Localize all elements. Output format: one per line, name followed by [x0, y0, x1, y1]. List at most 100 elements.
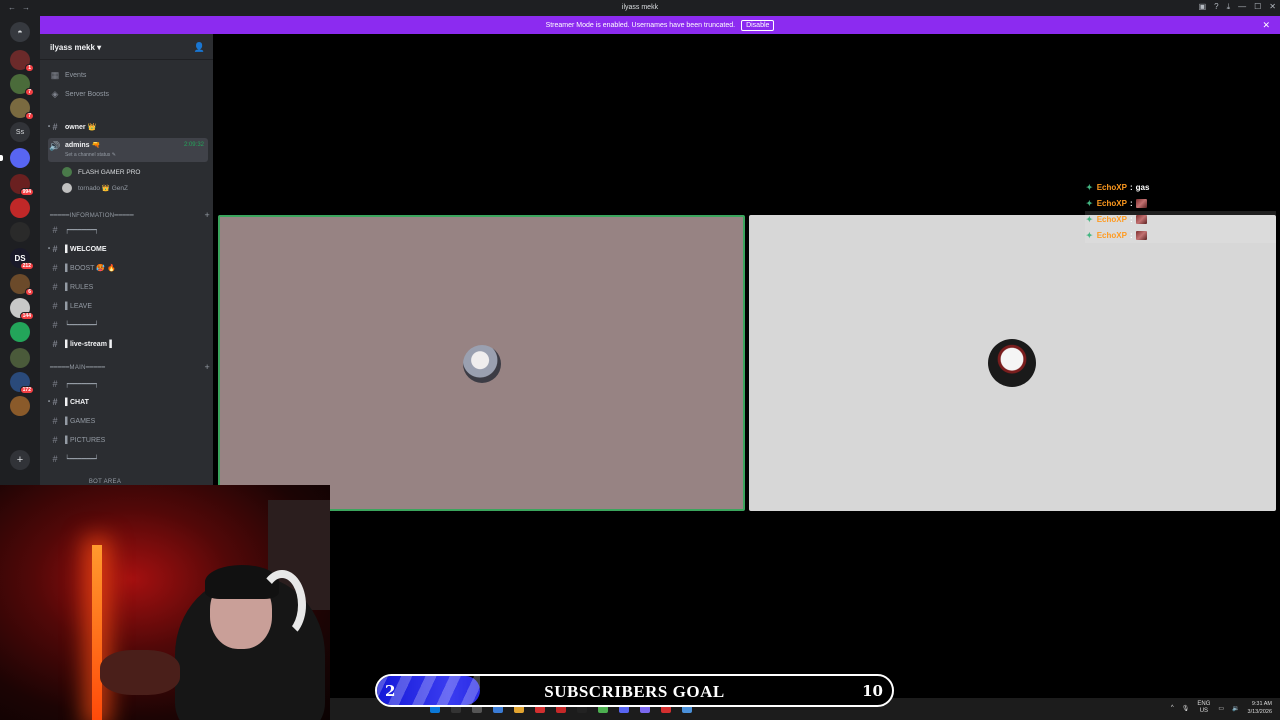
add-server-icon[interactable]: + — [10, 450, 30, 470]
voice-tile-speaking[interactable] — [218, 215, 745, 511]
voice-tile[interactable] — [749, 215, 1276, 511]
maximize-icon[interactable]: ☐ — [1254, 2, 1261, 12]
mention-badge: 6 — [25, 288, 34, 296]
server-icon[interactable]: 1 — [10, 50, 34, 72]
channel-boost[interactable]: # ▌BOOST 🥵 🔥 — [48, 260, 208, 276]
category-main[interactable]: ━━━━━MAIN━━━━━ + — [50, 362, 210, 372]
hash-icon: # — [52, 225, 58, 235]
server-boosts-label: Server Boosts — [65, 90, 109, 98]
server-icon[interactable] — [10, 396, 30, 416]
clock[interactable]: 9:31 AM 3/13/2026 — [1248, 700, 1272, 716]
clock-time: 9:31 AM — [1251, 701, 1272, 707]
mention-badge: 994 — [19, 188, 34, 196]
mention-badge: 172 — [19, 386, 34, 394]
server-icon[interactable]: Ss — [10, 122, 30, 142]
chat-username: EchoXP — [1096, 182, 1127, 192]
channel-rules[interactable]: # ▌RULES — [48, 279, 208, 295]
channel-chat[interactable]: • # ▌CHAT — [48, 394, 208, 410]
download-icon[interactable]: ⤓ — [1227, 2, 1231, 12]
banner-text: Streamer Mode is enabled. Usernames have… — [545, 21, 736, 29]
channel-welcome[interactable]: • # ▌WELCOME — [48, 241, 208, 257]
calendar-icon: ▦ — [50, 69, 60, 80]
disable-button[interactable]: Disable — [741, 19, 775, 31]
chat-username: EchoXP — [1096, 198, 1127, 208]
channel-owner[interactable]: • # owner 👑 — [48, 119, 208, 135]
server-icon[interactable] — [10, 198, 30, 218]
server-icon-selected[interactable] — [10, 148, 30, 168]
add-channel-icon[interactable]: + — [204, 210, 210, 220]
invite-people-icon[interactable]: 👤 — [194, 42, 205, 53]
channel-live-stream[interactable]: # ▌live-stream▐ — [48, 336, 208, 352]
server-boosts-item[interactable]: ◈ Server Boosts — [48, 86, 208, 102]
goal-label: SUBSCRIBERS GOAL — [544, 682, 725, 701]
channel-status[interactable]: Set a channel status ✎ — [65, 152, 116, 158]
voice-user[interactable]: tornado 👑 GenZ — [62, 183, 128, 193]
server-icon[interactable]: 7 — [10, 74, 34, 96]
channel-leave[interactable]: # ▌LEAVE — [48, 298, 208, 314]
sparkle-icon: ✦ — [1086, 182, 1093, 192]
channel-label: ▌RULES — [65, 283, 94, 291]
channel-pictures[interactable]: # ▌PICTURES — [48, 432, 208, 448]
channel-label: ▌GAMES — [65, 417, 96, 425]
server-icon[interactable]: 994 — [10, 174, 34, 196]
hash-icon: # — [52, 454, 58, 464]
server-icon[interactable]: 172 — [10, 372, 34, 394]
server-icon[interactable]: 7 — [10, 98, 34, 120]
unread-dot-icon: • — [48, 399, 51, 405]
mention-badge: 212 — [19, 262, 34, 270]
channel-label: ┍━━━━━━┑ — [65, 227, 99, 234]
window-titlebar: ←→ ilyass mekk ▣ ? ⤓ — ☐ ✕ — [0, 0, 1280, 16]
tray-chevron-icon[interactable]: ^ — [1171, 705, 1174, 711]
emote-image — [1135, 198, 1147, 208]
channel-label: ▌CHAT — [65, 398, 89, 406]
server-icon[interactable]: 6 — [10, 274, 34, 296]
hash-icon: # — [52, 320, 58, 330]
close-icon[interactable]: ✕ — [1262, 20, 1270, 31]
server-icon[interactable]: DS 212 — [10, 248, 34, 270]
chat-overlay: ✦ EchoXP: gas ✦ EchoXP: ✦ EchoXP: ✦ EchoXP: — [1085, 179, 1276, 243]
channel-divider[interactable]: # ┍━━━━━━┑ — [48, 222, 208, 238]
avatar — [463, 345, 501, 383]
emote-image — [1135, 230, 1147, 240]
channel-label: ▌LEAVE — [65, 302, 93, 310]
boost-icon: ◈ — [51, 88, 59, 99]
minimize-icon[interactable]: — — [1238, 2, 1246, 12]
server-icon[interactable] — [10, 348, 30, 368]
events-item[interactable]: ▦ Events — [48, 67, 208, 83]
voice-timer: 2:09:32 — [183, 142, 204, 148]
channel-games[interactable]: # ▌GAMES — [48, 413, 208, 429]
avatar — [62, 167, 72, 177]
chat-text: gas — [1135, 182, 1150, 192]
discord-home-icon[interactable]: ◓ — [10, 22, 30, 42]
voice-channel-admins[interactable]: 🔊 admins 🔫 2:09:32 Set a channel status … — [48, 138, 208, 162]
channel-label: owner 👑 — [65, 124, 97, 131]
hash-icon: # — [52, 379, 58, 389]
add-channel-icon[interactable]: + — [204, 362, 210, 372]
server-icon[interactable] — [10, 222, 30, 242]
mic-icon[interactable]: 🎙 — [1182, 705, 1190, 712]
channel-divider[interactable]: # ┕━━━━━━┙ — [48, 317, 208, 333]
system-tray: ^ 🎙 ENG US ▭ 🔉 9:31 AM 3/13/2026 — [1171, 700, 1272, 716]
server-icon[interactable]: 144 — [10, 298, 34, 320]
category-information[interactable]: ━━━━━INFORMATION━━━━━ + — [50, 210, 210, 220]
network-icon[interactable]: ▭ — [1218, 705, 1224, 712]
help-icon[interactable]: ? — [1214, 2, 1218, 12]
sparkle-icon: ✦ — [1086, 214, 1093, 224]
server-icon[interactable] — [10, 322, 30, 342]
led-light — [92, 545, 102, 720]
voice-user[interactable]: FLASH GAMER PRO — [62, 167, 140, 177]
channel-divider[interactable]: # ┍━━━━━━┑ — [48, 376, 208, 392]
server-header[interactable]: ilyass mekk ▾ 👤 — [40, 34, 213, 60]
chat-message: ✦ EchoXP: — [1085, 195, 1276, 211]
sparkle-icon: ✦ — [1086, 230, 1093, 240]
channel-divider[interactable]: # ┕━━━━━━┙ — [48, 451, 208, 467]
window-title: ilyass mekk — [621, 4, 659, 11]
close-window-icon[interactable]: ✕ — [1269, 2, 1276, 12]
language-indicator[interactable]: ENG US — [1197, 701, 1210, 715]
chat-username: EchoXP — [1096, 214, 1127, 224]
emote-image — [1135, 214, 1147, 224]
inbox-icon[interactable]: ▣ — [1199, 2, 1207, 12]
volume-icon[interactable]: 🔉 — [1232, 705, 1239, 712]
region-label: US — [1199, 708, 1209, 714]
unread-dot-icon: • — [48, 246, 51, 252]
